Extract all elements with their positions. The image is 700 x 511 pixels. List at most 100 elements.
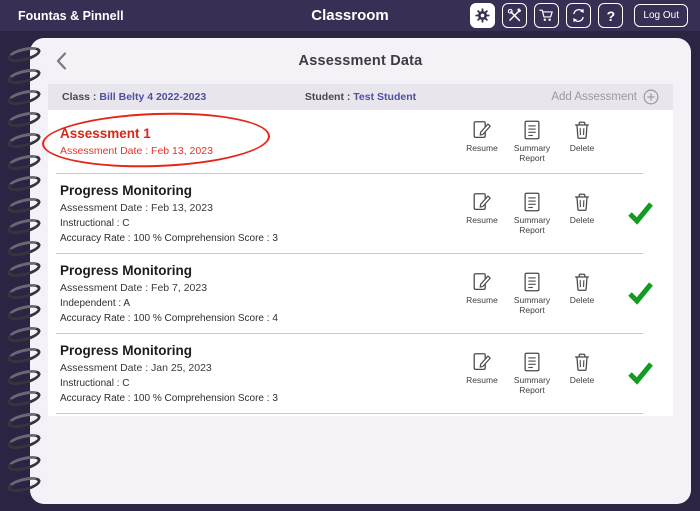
student-label: Student : [305, 91, 351, 103]
top-actions: ? Log Out [470, 3, 688, 28]
delete-label: Delete [570, 296, 595, 306]
summary-report-button[interactable]: Summary Report [507, 119, 557, 164]
status-column [607, 129, 673, 153]
summary-report-label: Summary Report [507, 144, 557, 164]
check-icon [627, 281, 654, 305]
class-label: Class : [62, 91, 96, 103]
resume-label: Resume [466, 144, 498, 154]
delete-button[interactable]: Delete [557, 191, 607, 226]
trash-icon [571, 271, 593, 293]
assessment-level: Instructional : C [60, 218, 457, 229]
summary-report-button[interactable]: Summary Report [507, 271, 557, 316]
chevron-left-icon [56, 52, 67, 70]
delete-label: Delete [570, 216, 595, 226]
add-assessment-label: Add Assessment [551, 91, 637, 103]
edit-document-icon [471, 271, 493, 293]
assessment-info: Progress Monitoring Assessment Date : Ja… [60, 343, 457, 404]
add-assessment-button[interactable]: Add Assessment [551, 89, 659, 105]
class-value: Bill Belty 4 2022-2023 [99, 91, 206, 103]
resume-button[interactable]: Resume [457, 191, 507, 226]
report-document-icon [521, 191, 543, 213]
page-header: Assessment Data [30, 38, 691, 84]
report-document-icon [521, 271, 543, 293]
delete-label: Delete [570, 376, 595, 386]
assessment-row: Assessment 1 Assessment Date : Feb 13, 2… [48, 110, 673, 173]
assessment-level: Instructional : C [60, 378, 457, 389]
tools-icon [506, 7, 523, 24]
trash-icon [571, 119, 593, 141]
student-value: Test Student [353, 91, 416, 103]
check-icon [627, 201, 654, 225]
assessment-info: Assessment 1 Assessment Date : Feb 13, 2… [60, 126, 457, 157]
summary-report-label: Summary Report [507, 296, 557, 316]
summary-report-button[interactable]: Summary Report [507, 351, 557, 396]
resume-button[interactable]: Resume [457, 119, 507, 154]
top-bar: Fountas & Pinnell Classroom [0, 0, 700, 31]
spiral-binding [7, 48, 47, 500]
sync-icon [570, 7, 587, 24]
plus-circle-icon [643, 89, 659, 105]
logout-button[interactable]: Log Out [634, 4, 688, 27]
assessment-level: Independent : A [60, 298, 457, 309]
edit-document-icon [471, 191, 493, 213]
assessment-title: Progress Monitoring [60, 343, 457, 358]
assessment-scores: Accuracy Rate : 100 % Comprehension Scor… [60, 233, 457, 244]
assessment-row: Progress Monitoring Assessment Date : Fe… [48, 254, 673, 333]
assessment-info: Progress Monitoring Assessment Date : Fe… [60, 263, 457, 324]
resume-label: Resume [466, 216, 498, 226]
cart-icon [538, 7, 555, 24]
page-title: Assessment Data [299, 53, 423, 69]
cart-button[interactable] [534, 3, 559, 28]
status-column [607, 281, 673, 305]
row-actions: Resume Summary Report [457, 351, 607, 396]
class-student-bar: Class : Bill Belty 4 2022-2023 Student :… [48, 84, 673, 110]
app-title: Classroom [311, 7, 389, 24]
assessment-title: Progress Monitoring [60, 263, 457, 278]
assessment-title: Progress Monitoring [60, 183, 457, 198]
settings-gear-button[interactable] [470, 3, 495, 28]
assessment-date: Assessment Date : Feb 13, 2023 [60, 202, 457, 214]
delete-label: Delete [570, 144, 595, 154]
delete-button[interactable]: Delete [557, 271, 607, 306]
resume-label: Resume [466, 376, 498, 386]
sync-button[interactable] [566, 3, 591, 28]
summary-report-button[interactable]: Summary Report [507, 191, 557, 236]
trash-icon [571, 191, 593, 213]
summary-report-label: Summary Report [507, 216, 557, 236]
assessment-date: Assessment Date : Feb 13, 2023 [60, 145, 457, 157]
resume-button[interactable]: Resume [457, 271, 507, 306]
assessment-title: Assessment 1 [60, 126, 457, 141]
assessment-row: Progress Monitoring Assessment Date : Fe… [48, 174, 673, 253]
assessment-list: Assessment 1 Assessment Date : Feb 13, 2… [48, 110, 673, 416]
brand-title: Fountas & Pinnell [18, 9, 124, 23]
resume-button[interactable]: Resume [457, 351, 507, 386]
app-window: Fountas & Pinnell Classroom [0, 0, 700, 511]
resume-label: Resume [466, 296, 498, 306]
gear-icon [474, 7, 491, 24]
class-info: Class : Bill Belty 4 2022-2023 [62, 91, 261, 103]
assessment-row: Progress Monitoring Assessment Date : Ja… [48, 334, 673, 413]
delete-button[interactable]: Delete [557, 351, 607, 386]
status-column [607, 201, 673, 225]
assessment-info: Progress Monitoring Assessment Date : Fe… [60, 183, 457, 244]
delete-button[interactable]: Delete [557, 119, 607, 154]
question-mark-icon: ? [607, 8, 616, 24]
assessment-page: Assessment Data Class : Bill Belty 4 202… [30, 38, 691, 504]
assessment-date: Assessment Date : Feb 7, 2023 [60, 282, 457, 294]
summary-report-label: Summary Report [507, 376, 557, 396]
help-button[interactable]: ? [598, 3, 623, 28]
edit-document-icon [471, 351, 493, 373]
assessment-scores: Accuracy Rate : 100 % Comprehension Scor… [60, 313, 457, 324]
row-actions: Resume Summary Report [457, 119, 607, 164]
status-column [607, 361, 673, 385]
check-icon [627, 361, 654, 385]
row-divider [56, 413, 643, 414]
assessment-scores: Accuracy Rate : 100 % Comprehension Scor… [60, 393, 457, 404]
row-actions: Resume Summary Report [457, 191, 607, 236]
back-button[interactable] [56, 52, 67, 75]
report-document-icon [521, 119, 543, 141]
row-actions: Resume Summary Report [457, 271, 607, 316]
tools-button[interactable] [502, 3, 527, 28]
report-document-icon [521, 351, 543, 373]
edit-document-icon [471, 119, 493, 141]
